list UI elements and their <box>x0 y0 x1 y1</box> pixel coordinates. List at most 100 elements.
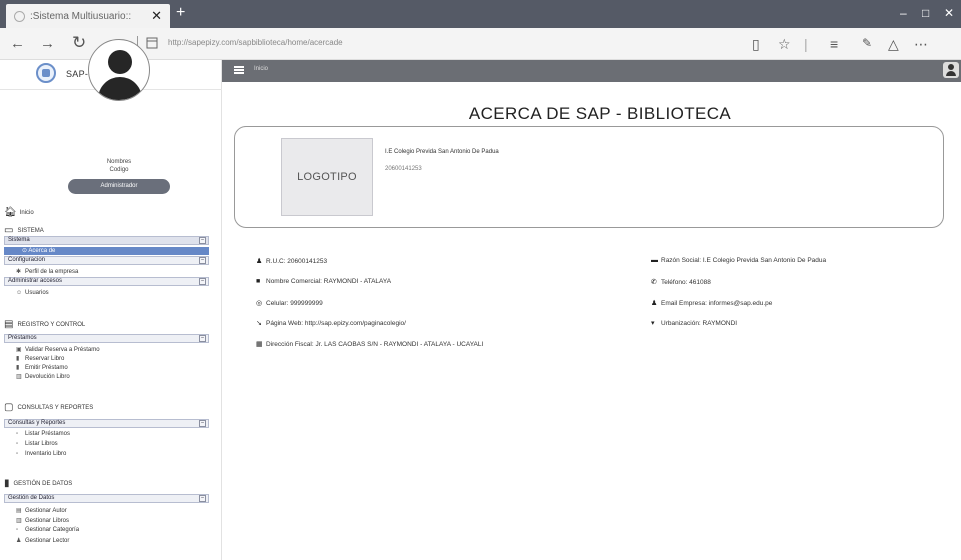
section-sistema-title: SISTEMA <box>17 227 44 234</box>
page-favicon-icon <box>14 10 25 22</box>
collapse-icon[interactable]: – <box>199 278 206 285</box>
new-tab-icon[interactable]: + <box>176 4 185 22</box>
info-celular: ◎ Celular: 999999999 <box>256 299 323 308</box>
sidebar-item-emitir[interactable]: ▮ Emitir Préstamo <box>16 364 68 371</box>
link-icon: ↘ <box>256 320 262 327</box>
group-sistema-label: Sistema <box>8 237 30 243</box>
institution-ruc: 20600141253 <box>385 166 422 172</box>
hamburger-menu-icon[interactable] <box>234 66 244 74</box>
sidebar-item-listar-prestamos[interactable]: ▫ Listar Préstamos <box>16 431 70 437</box>
info-direccion: ▦ Dirección Fiscal: Jr. LAS CAOBAS S/N - … <box>256 340 484 349</box>
list-icon: ▫ <box>16 431 19 437</box>
group-prestamos[interactable]: Préstamos – <box>4 334 209 343</box>
reader-icon: ♟ <box>16 538 22 544</box>
group-consultas[interactable]: Consultas y Reportes – <box>4 419 209 428</box>
phone-icon: ✆ <box>651 279 657 286</box>
map-marker-icon: ▾ <box>651 320 655 327</box>
page-icon <box>146 37 158 49</box>
page-title: ACERCA DE SAP - BIBLIOTECA <box>468 104 732 123</box>
section-gestion: ▮ GESTIÓN DE DATOS <box>4 478 73 489</box>
collapse-icon[interactable]: – <box>199 335 206 342</box>
settings-icon: ✱ <box>16 269 22 275</box>
sidebar-item-gestionar-autor[interactable]: ▤ Gestionar Autor <box>16 507 67 514</box>
reading-view-icon[interactable]: ▯ <box>752 36 760 53</box>
group-config-label: Configuracion <box>8 257 46 263</box>
company-logo: LOGOTIPO <box>281 138 373 216</box>
group-configuracion[interactable]: Configuracion – <box>4 256 209 265</box>
hub-icon[interactable]: ≡ <box>830 36 838 52</box>
share-icon[interactable]: △ <box>888 36 899 53</box>
info-nombre-comercial: ■ Nombre Comercial: RAYMONDI - ATALAYA <box>256 278 392 285</box>
sidebar-item-gestionar-categoria[interactable]: ▫ Gestionar Categoría <box>16 527 79 533</box>
collapse-icon[interactable]: – <box>199 495 206 502</box>
home-icon: 🏠︎ <box>4 207 17 218</box>
whatsapp-icon: ◎ <box>256 300 263 307</box>
card-icon: ▬ <box>651 257 658 264</box>
briefcase-icon: ■ <box>256 278 261 285</box>
user-avatar <box>88 39 150 101</box>
collapse-icon[interactable]: – <box>199 257 206 264</box>
user-code: Codigo <box>109 167 129 173</box>
users-icon: ☺ <box>16 290 23 296</box>
avatar-body <box>98 77 142 100</box>
more-icon[interactable]: ⋯ <box>914 36 928 53</box>
forward-icon[interactable]: → <box>40 35 55 52</box>
sidebar-item-gestionar-lector[interactable]: ♟ Gestionar Lector <box>16 537 69 544</box>
user-icon: ♟ <box>256 258 263 265</box>
group-gestion[interactable]: Gestión de Datos – <box>4 494 209 503</box>
tab-close-icon[interactable]: ✕ <box>151 8 162 24</box>
sidebar-item-validar[interactable]: ▣ Validar Reserva a Préstamo <box>16 346 100 353</box>
sidebar-item-gestionar-libros[interactable]: ▥ Gestionar Libros <box>16 517 69 524</box>
sidebar-item-acerca-de[interactable]: ⊙ Acerca de <box>4 247 209 255</box>
sidebar-item-perfil[interactable]: ✱ Perfil de la empresa <box>16 268 78 275</box>
user-menu-icon[interactable] <box>943 62 959 78</box>
database-icon: ▮ <box>4 478 10 489</box>
sidebar-item-usuarios[interactable]: ☺ Usuarios <box>16 290 49 296</box>
tab-title: :Sistema Multiusuario:: <box>30 10 132 22</box>
info-ruc: ♟ R.U.C: 20600141253 <box>256 257 328 266</box>
monitor-icon: ▭ <box>4 225 14 236</box>
list-icon: ▫ <box>16 441 19 447</box>
favorite-star-icon[interactable]: ☆ <box>778 36 791 53</box>
breadcrumb[interactable]: Inicio <box>254 66 268 72</box>
sidebar-item-inventario[interactable]: ▫ Inventario Libro <box>16 451 66 457</box>
check-icon: ▣ <box>16 347 22 353</box>
author-icon: ▤ <box>16 508 22 514</box>
info-email: ♟ Email Empresa: informes@sap.edu.pe <box>651 299 773 308</box>
back-icon[interactable]: ← <box>10 35 25 52</box>
info-urbanizacion: ▾ Urbanización: RAYMONDI <box>651 319 738 328</box>
brand-logo-icon <box>36 63 56 83</box>
collapse-icon[interactable]: – <box>199 420 206 427</box>
book-icon: ▮ <box>16 365 20 371</box>
role-button[interactable]: Administrador <box>68 179 170 194</box>
sidebar-item-home[interactable]: 🏠︎ Inicio <box>4 207 34 218</box>
window-close-icon[interactable]: ✕ <box>944 6 954 20</box>
maximize-icon[interactable]: □ <box>922 6 929 20</box>
return-icon: ▥ <box>16 374 22 380</box>
info-pagina-web: ↘ Página Web: http://sap.epizy.com/pagina… <box>256 319 406 328</box>
web-note-icon[interactable]: ✎ <box>862 36 872 50</box>
reports-icon: ▢ <box>4 402 14 413</box>
group-accesos[interactable]: Administrar accesos – <box>4 277 209 286</box>
sidebar-item-listar-libros[interactable]: ▫ Listar Libros <box>16 441 58 447</box>
book-icon: ▮ <box>16 356 20 362</box>
collapse-icon[interactable]: – <box>199 237 206 244</box>
url-field[interactable]: http://sapepizy.com/sapbiblioteca/home/a… <box>168 38 343 47</box>
user-name: Nombres <box>106 159 132 165</box>
minimize-icon[interactable]: – <box>900 6 907 20</box>
refresh-icon[interactable]: ↻ <box>72 33 86 53</box>
info-telefono: ✆ Teléfono: 461088 <box>651 278 711 287</box>
section-sistema: ▭ SISTEMA <box>4 225 44 236</box>
sidebar-item-reservar[interactable]: ▮ Reservar Libro <box>16 355 64 362</box>
list-icon: ▫ <box>16 451 19 457</box>
building-icon: ▦ <box>256 341 263 348</box>
app-top-bar: Inicio <box>222 60 961 82</box>
avatar-head <box>108 50 132 74</box>
sidebar-item-devolucion[interactable]: ▥ Devolución Libro <box>16 373 70 380</box>
browser-tab-bar: :Sistema Multiusuario:: ✕ + – □ ✕ <box>0 0 961 28</box>
institution-name: I.E Colegio Previda San Antonio De Padua <box>385 149 499 155</box>
user-icon: ♟ <box>651 300 658 307</box>
browser-tab[interactable]: :Sistema Multiusuario:: ✕ <box>6 4 170 28</box>
category-icon: ▫ <box>16 527 19 533</box>
group-sistema[interactable]: Sistema – <box>4 236 209 245</box>
